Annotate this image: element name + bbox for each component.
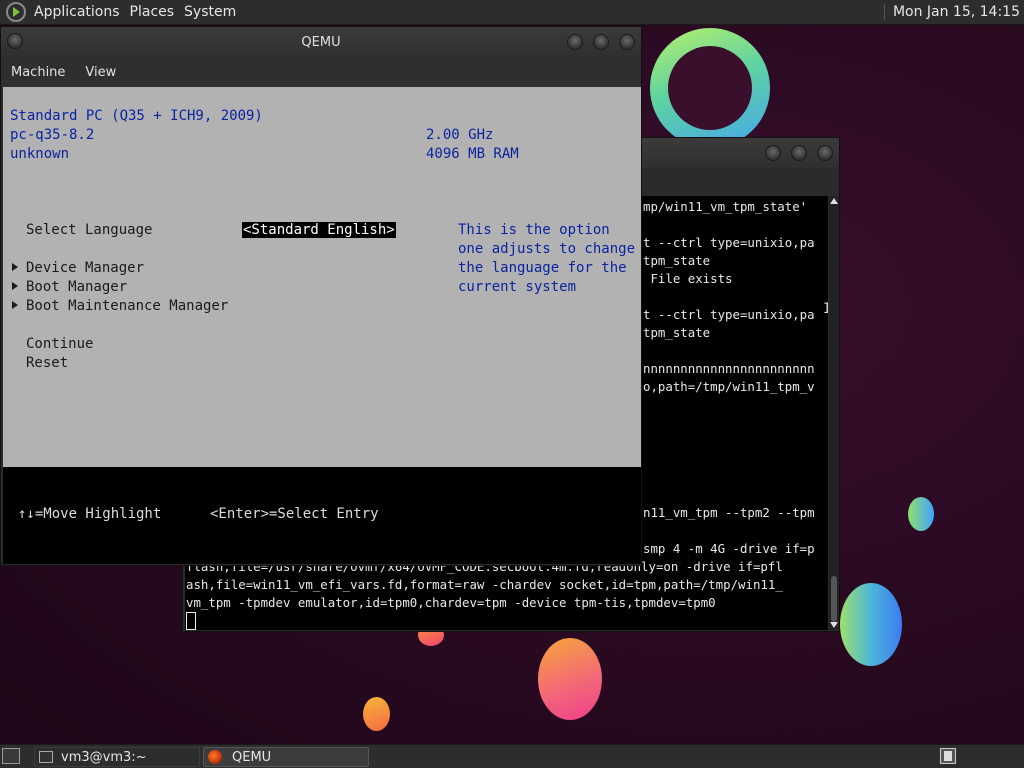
machine-name: Standard PC (Q35 + ICH9, 2009) xyxy=(10,108,263,124)
terminal-line: t --ctrl type=unixio,pa xyxy=(643,235,815,250)
terminal-line: n11_vm_tpm --tpm2 --tpm xyxy=(643,505,815,520)
ram-size: 4096 MB RAM xyxy=(426,146,519,162)
qemu-window[interactable]: QEMU Machine View Standard PC (Q35 + ICH… xyxy=(0,26,642,566)
window-menu-button[interactable] xyxy=(7,33,23,49)
top-panel: Applications Places System Mon Jan 15, 1… xyxy=(0,0,1024,25)
system-menu[interactable]: System xyxy=(182,4,244,20)
terminal-cursor xyxy=(186,612,196,630)
show-desktop-icon[interactable] xyxy=(2,748,20,764)
task-qemu[interactable]: QEMU xyxy=(203,747,369,767)
bottom-taskbar: vm3@vm3:~ QEMU xyxy=(0,744,1024,768)
menu-item-boot-maintenance-manager[interactable]: Boot Maintenance Manager xyxy=(12,297,228,316)
help-text: This is the option xyxy=(458,222,610,238)
submenu-arrow-icon xyxy=(12,282,18,290)
maximize-button[interactable] xyxy=(593,34,609,50)
vm-display[interactable]: Standard PC (Q35 + ICH9, 2009) pc-q35-8.… xyxy=(3,87,641,564)
maximize-button[interactable] xyxy=(791,145,807,161)
terminal-scrollbar[interactable] xyxy=(829,196,839,630)
cpu-speed: 2.00 GHz xyxy=(426,127,494,143)
menu-item-boot-manager[interactable]: Boot Manager xyxy=(12,278,127,297)
terminal-line: tpm_state xyxy=(643,325,711,340)
select-language-label: Select Language xyxy=(26,222,153,238)
footer-move-hint: ↑↓=Move Highlight xyxy=(18,506,162,522)
qemu-icon xyxy=(208,750,222,764)
applications-menu[interactable]: Applications xyxy=(32,4,128,20)
terminal-line: vm_tpm -tpmdev emulator,id=tpm0,chardev=… xyxy=(186,595,716,610)
terminal-line: ash,file=win11_vm_efi_vars.fd,format=raw… xyxy=(186,577,783,592)
qemu-menubar: Machine View xyxy=(1,57,641,87)
minimize-button[interactable] xyxy=(567,34,583,50)
distro-logo-icon[interactable] xyxy=(6,2,26,22)
panel-clock[interactable]: Mon Jan 15, 14:15 xyxy=(883,4,1020,20)
terminal-line: mp/win11_vm_tpm_state' xyxy=(643,199,808,214)
submenu-arrow-icon xyxy=(12,301,18,309)
wallpaper-ring xyxy=(650,28,770,148)
close-button[interactable] xyxy=(817,145,833,161)
scroll-up-icon[interactable] xyxy=(830,198,838,204)
continue-item[interactable]: Continue xyxy=(26,335,93,354)
terminal-line: File exists xyxy=(643,271,733,286)
terminal-line: smp 4 -m 4G -drive if=p xyxy=(643,541,815,556)
places-menu[interactable]: Places xyxy=(128,4,183,20)
reset-item[interactable]: Reset xyxy=(26,354,68,373)
footer-select-hint: <Enter>=Select Entry xyxy=(210,506,379,522)
window-title: QEMU xyxy=(301,34,341,50)
scroll-down-icon[interactable] xyxy=(830,622,838,628)
uefi-setup-screen: Standard PC (Q35 + ICH9, 2009) pc-q35-8.… xyxy=(3,87,641,467)
help-text: one adjusts to change xyxy=(458,241,636,257)
help-text: the language for the xyxy=(458,260,627,276)
terminal-line: nnnnnnnnnnnnnnnnnnnnnnn xyxy=(643,361,815,376)
wallpaper-bubble xyxy=(363,697,390,731)
wallpaper-bubble xyxy=(908,497,934,531)
submenu-arrow-icon xyxy=(12,263,18,271)
bios-unknown: unknown xyxy=(10,146,70,162)
terminal-icon xyxy=(39,751,53,763)
terminal-line: t --ctrl type=unixio,pa xyxy=(643,307,815,322)
qemu-titlebar[interactable]: QEMU xyxy=(1,27,641,57)
machine-menu[interactable]: Machine xyxy=(1,65,75,80)
menu-item-device-manager[interactable]: Device Manager xyxy=(12,259,144,278)
scrollbar-thumb[interactable] xyxy=(831,576,837,622)
view-menu[interactable]: View xyxy=(75,65,126,80)
help-text: current system xyxy=(458,279,577,295)
close-button[interactable] xyxy=(619,34,635,50)
task-terminal[interactable]: vm3@vm3:~ xyxy=(34,747,200,767)
wallpaper-bubble xyxy=(840,583,902,666)
machine-version: pc-q35-8.2 xyxy=(10,127,95,143)
wallpaper-bubble xyxy=(538,638,602,720)
terminal-line: tpm_state xyxy=(643,253,711,268)
language-value[interactable]: <Standard English> xyxy=(242,222,396,238)
workspace-switcher-icon[interactable] xyxy=(940,748,956,764)
text-cursor-icon: I xyxy=(823,301,828,317)
minimize-button[interactable] xyxy=(765,145,781,161)
terminal-line: o,path=/tmp/win11_tpm_v xyxy=(643,379,815,394)
